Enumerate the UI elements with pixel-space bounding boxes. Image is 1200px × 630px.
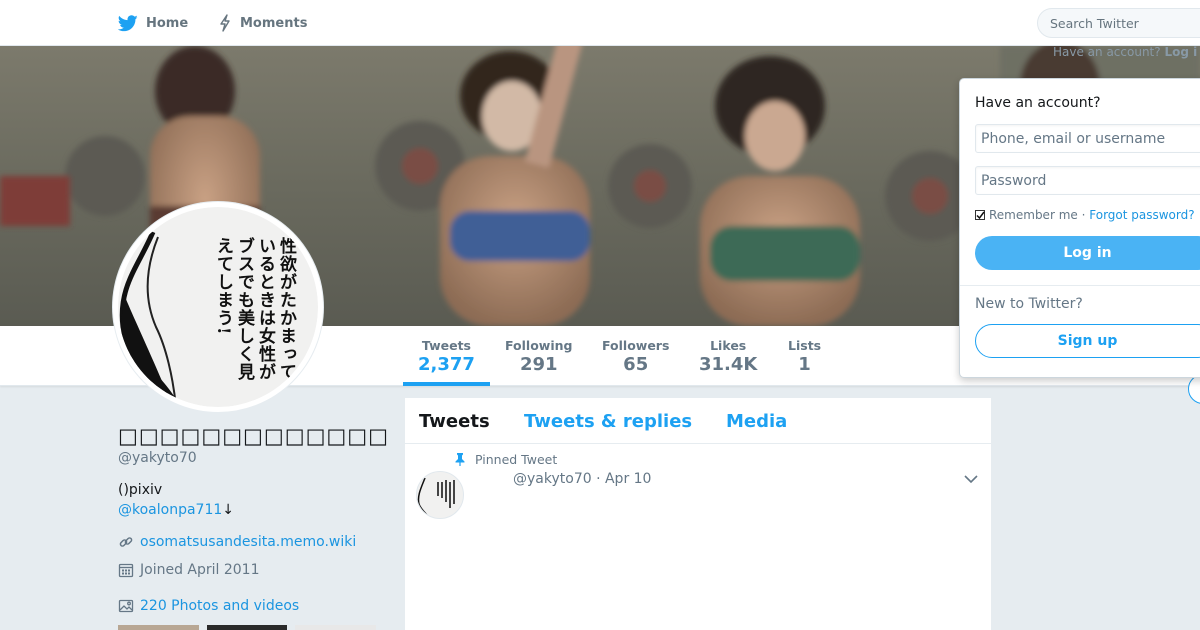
checkmark-icon [976, 211, 985, 220]
profile-joined-date: Joined April 2011 [118, 562, 260, 578]
tweet-header[interactable]: @yakyto70 · Apr 10 [513, 471, 651, 487]
have-account-prompt: Have an account? Log i [1053, 45, 1197, 59]
stat-following-value: 291 [519, 354, 558, 375]
profile-joined-text: Joined April 2011 [140, 562, 260, 578]
stat-lists-label: Lists [788, 338, 822, 353]
stat-lists[interactable]: Lists 1 [788, 338, 821, 376]
search-input[interactable]: Search Twitter [1037, 8, 1200, 38]
stat-followers-value: 65 [623, 354, 649, 375]
stat-followers-label: Followers [602, 338, 670, 353]
new-to-twitter-text: New to Twitter? [975, 296, 1083, 312]
tab-tweets[interactable]: Tweets [419, 411, 490, 432]
stat-lists-value: 1 [798, 354, 811, 375]
login-button[interactable]: Log in [975, 236, 1200, 270]
stat-likes-value: 31.4K [699, 354, 758, 375]
nav-moments[interactable]: Moments [218, 0, 307, 46]
bio-arrow: ↓ [222, 502, 235, 518]
twitter-bird-icon [118, 14, 138, 31]
active-stat-underline [403, 382, 490, 386]
login-title: Have an account? [975, 95, 1101, 111]
pinned-tweet-text: Pinned Tweet [475, 452, 558, 467]
login-dropdown: Have an account? Phone, email or usernam… [959, 78, 1200, 378]
stat-likes[interactable]: Likes 31.4K [699, 338, 757, 376]
remember-separator: · [1081, 208, 1086, 222]
nav-home-label: Home [146, 15, 189, 31]
top-navigation-bar: Home Moments Search Twitter [0, 0, 1200, 46]
timeline-tabs: Tweets Tweets & replies Media [405, 398, 991, 444]
tab-media[interactable]: Media [726, 411, 787, 432]
remember-label: Remember me [989, 208, 1078, 222]
remember-row: Remember me · Forgot password? [975, 208, 1195, 222]
have-account-text: Have an account? [1053, 45, 1161, 59]
profile-avatar[interactable]: 性欲がたかまっているときは女性がブスでも美しく見えてしまう! [113, 202, 323, 412]
username-field[interactable]: Phone, email or username [975, 124, 1200, 153]
link-icon [119, 537, 133, 547]
media-thumbnail[interactable] [206, 625, 288, 630]
timeline: Tweets Tweets & replies Media Pinned Twe… [404, 397, 992, 630]
stat-followers[interactable]: Followers 65 [602, 338, 669, 376]
media-thumbnail[interactable] [118, 625, 199, 630]
signup-button[interactable]: Sign up [975, 324, 1200, 358]
login-divider [960, 285, 1200, 286]
profile-website[interactable]: osomatsusandesita.memo.wiki [118, 534, 356, 550]
bio-mention-link[interactable]: @koalonpa711 [118, 502, 222, 518]
photos-videos-text: 220 Photos and videos [140, 598, 300, 614]
profile-handle[interactable]: @yakyto70 [118, 450, 197, 466]
chevron-down-icon[interactable] [963, 474, 979, 484]
profile-bio: ()pixiv [118, 482, 163, 498]
photo-icon [118, 599, 134, 613]
bio-mention: @koalonpa711↓ [118, 502, 234, 518]
password-field[interactable]: Password [975, 166, 1200, 195]
stat-following[interactable]: Following 291 [505, 338, 572, 376]
pin-icon [455, 453, 465, 466]
calendar-icon [118, 563, 134, 578]
stat-likes-label: Likes [710, 338, 747, 353]
nav-home[interactable]: Home [118, 0, 188, 46]
tweet-avatar-image [417, 477, 455, 518]
avatar-caption: 性欲がたかまっているときは女性がブスでも美しく見えてしまう! [213, 237, 296, 381]
stat-tweets-label: Tweets [421, 338, 471, 353]
forgot-password-link[interactable]: Forgot password? [1089, 208, 1194, 222]
tweet-avatar[interactable] [416, 471, 464, 519]
lightning-icon [220, 14, 230, 32]
remember-checkbox[interactable] [975, 210, 985, 220]
avatar-image: 性欲がたかまっているときは女性がブスでも美しく見えてしまう! [118, 207, 318, 407]
stat-following-label: Following [505, 338, 573, 353]
profile-display-name[interactable]: □□□□□□□□□□□□□ [118, 424, 389, 448]
stat-tweets-value: 2,377 [418, 354, 475, 375]
profile-website-text: osomatsusandesita.memo.wiki [140, 534, 357, 550]
tab-tweets-replies[interactable]: Tweets & replies [524, 411, 692, 432]
pinned-tweet-label: Pinned Tweet [455, 452, 557, 467]
nav-moments-label: Moments [240, 15, 308, 31]
media-thumbnail[interactable] [295, 625, 377, 630]
header-login-link[interactable]: Log i [1164, 45, 1197, 59]
photos-videos-link[interactable]: 220 Photos and videos [118, 598, 299, 614]
media-thumbnails [118, 625, 377, 630]
stat-tweets[interactable]: Tweets 2,377 [418, 338, 475, 376]
